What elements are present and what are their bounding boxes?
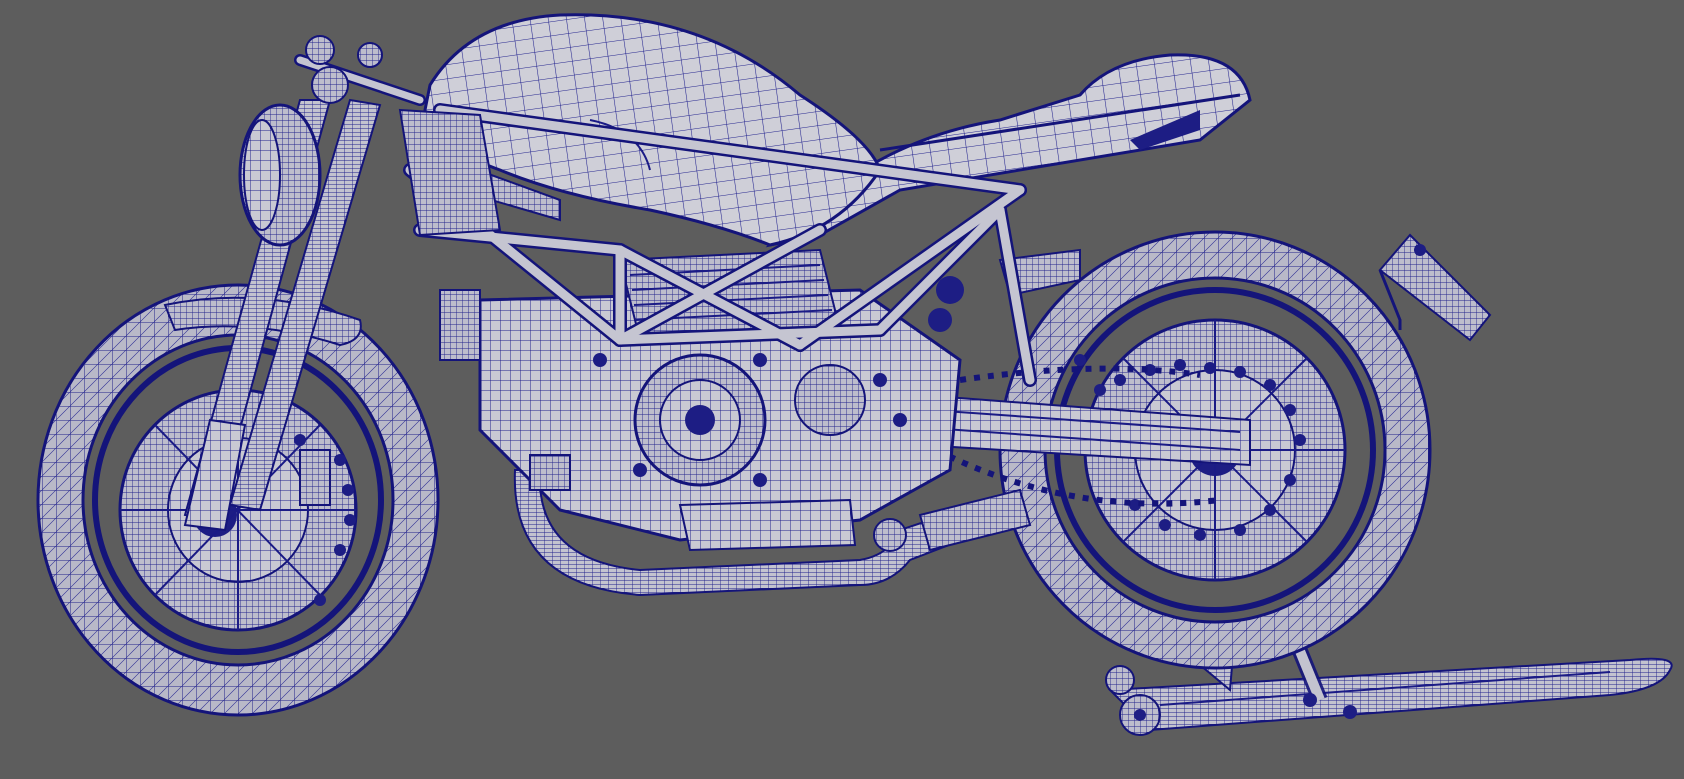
rear-shock (439, 289, 481, 361)
wireframe-motorcycle-render[interactable] (0, 0, 1684, 779)
brake-caliper (299, 449, 331, 506)
handlebar[interactable] (294, 35, 426, 106)
mirror (305, 35, 335, 65)
license-plate-bracket[interactable] (1378, 233, 1492, 342)
headlight[interactable] (238, 103, 322, 247)
oil-sump (678, 498, 857, 552)
3d-viewport[interactable] (0, 0, 1684, 779)
